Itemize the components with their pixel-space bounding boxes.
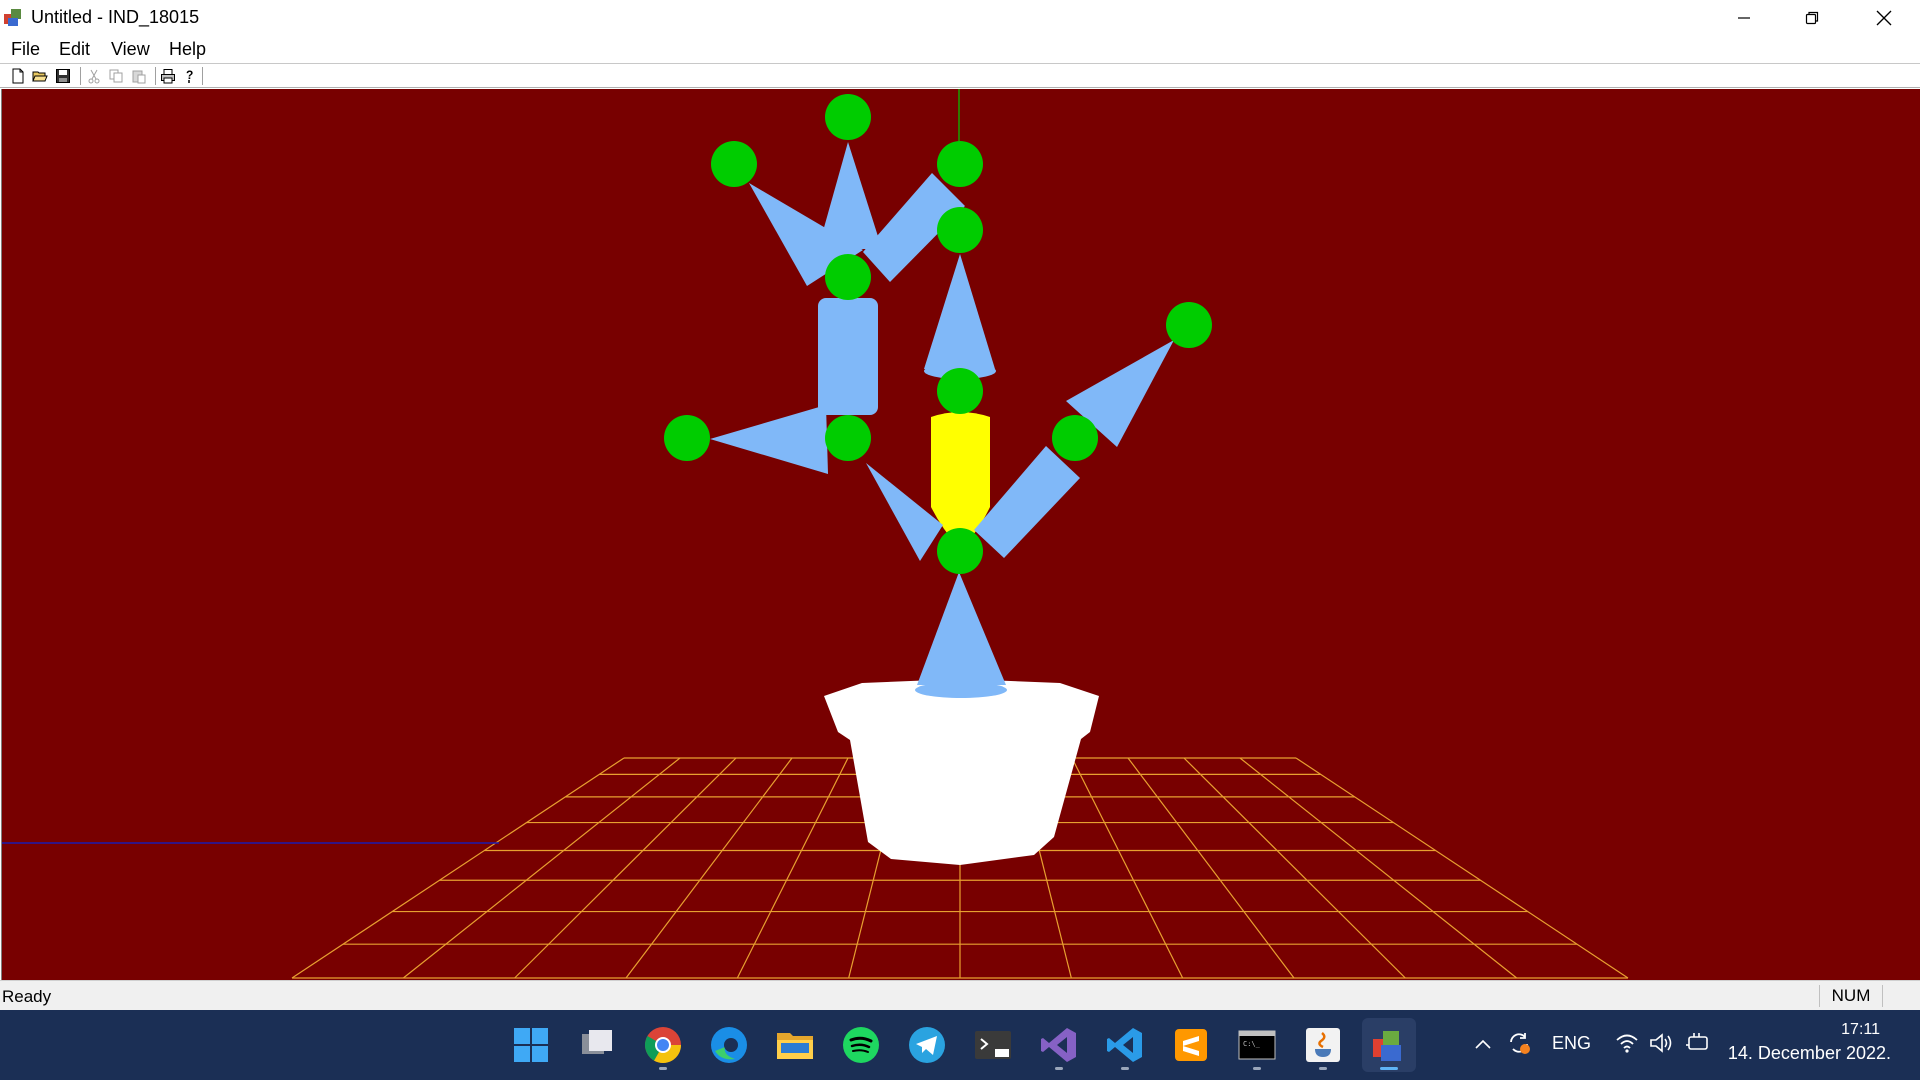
- joint-sphere[interactable]: [1052, 415, 1098, 461]
- taskbar-java[interactable]: [1296, 1018, 1350, 1072]
- joint-sphere[interactable]: [937, 368, 983, 414]
- menu-edit[interactable]: Edit: [59, 39, 90, 60]
- svg-text:C:\_: C:\_: [1243, 1040, 1261, 1048]
- num-lock-indicator: NUM: [1819, 985, 1883, 1007]
- copy-icon[interactable]: [108, 68, 124, 84]
- vscode-icon: [1107, 1028, 1142, 1062]
- joint-sphere[interactable]: [664, 415, 710, 461]
- joint-sphere[interactable]: [937, 528, 983, 574]
- taskbar-edge[interactable]: [702, 1018, 756, 1072]
- new-file-icon[interactable]: [10, 68, 26, 84]
- taskbar-visual-studio[interactable]: [1032, 1018, 1086, 1072]
- folder-icon: [777, 1033, 813, 1059]
- cut-icon[interactable]: [86, 68, 102, 84]
- taskbar-console[interactable]: C:\_: [1230, 1018, 1284, 1072]
- sublime-icon: [1175, 1029, 1207, 1061]
- joint-sphere[interactable]: [825, 254, 871, 300]
- edge-icon: [711, 1027, 747, 1063]
- open-folder-icon[interactable]: [32, 68, 48, 84]
- toolbar: ?: [0, 63, 1920, 88]
- status-text: Ready: [2, 987, 52, 1006]
- clock-date[interactable]: 14. December 2022.: [1710, 1043, 1891, 1064]
- help-icon[interactable]: ?: [182, 68, 198, 84]
- joint-sphere[interactable]: [937, 207, 983, 253]
- running-indicator: [1121, 1067, 1129, 1070]
- java-icon: [1306, 1028, 1340, 1062]
- taskbar-chrome[interactable]: [636, 1018, 690, 1072]
- windows-start-icon: [514, 1028, 548, 1062]
- taskbar-mfc-app[interactable]: [1362, 1018, 1416, 1072]
- task-view-icon: [582, 1030, 612, 1054]
- title-bar[interactable]: Untitled - IND_18015: [0, 0, 1920, 36]
- close-button[interactable]: [1850, 0, 1918, 36]
- language-indicator[interactable]: ENG: [1552, 1033, 1591, 1054]
- chevron-up-icon[interactable]: [1472, 1034, 1494, 1054]
- joint-sphere[interactable]: [937, 141, 983, 187]
- paste-icon[interactable]: [131, 68, 147, 84]
- battery-plug-icon[interactable]: [1684, 1031, 1712, 1055]
- clock-time[interactable]: 17:11: [1730, 1021, 1880, 1039]
- taskbar-file-explorer[interactable]: [768, 1018, 822, 1072]
- spotify-icon: [843, 1027, 879, 1063]
- joint-sphere[interactable]: [711, 141, 757, 187]
- window-title: Untitled - IND_18015: [31, 7, 200, 27]
- restore-icon: [1805, 11, 1819, 25]
- close-icon: [1876, 10, 1892, 26]
- mfc-app-icon: [1373, 1031, 1401, 1061]
- terminal-preview-icon: [975, 1031, 1011, 1059]
- running-indicator: [1253, 1067, 1261, 1070]
- taskbar-terminal-preview[interactable]: [966, 1018, 1020, 1072]
- scene-viewport[interactable]: [1, 89, 1920, 980]
- running-indicator: [1319, 1067, 1327, 1070]
- taskbar-vscode[interactable]: [1098, 1018, 1152, 1072]
- start-button[interactable]: [504, 1018, 558, 1072]
- joint-sphere[interactable]: [825, 94, 871, 140]
- left-vertical-cylinder: [818, 298, 878, 415]
- running-indicator: [659, 1067, 667, 1070]
- mfc-app-icon: [4, 9, 21, 26]
- menu-file[interactable]: File: [11, 39, 40, 60]
- running-indicator: [1055, 1067, 1063, 1070]
- chrome-icon: [644, 1027, 681, 1064]
- restore-button[interactable]: [1778, 0, 1846, 36]
- console-icon: C:\_: [1238, 1030, 1276, 1060]
- toolbar-separator: [80, 67, 81, 85]
- joint-sphere[interactable]: [825, 415, 871, 461]
- joint-sphere[interactable]: [1166, 302, 1212, 348]
- stem-cone-base-rim: [915, 682, 1007, 698]
- toolbar-separator: [155, 67, 156, 85]
- svg-text:?: ?: [186, 68, 193, 82]
- speaker-icon[interactable]: [1648, 1031, 1674, 1055]
- print-icon[interactable]: [160, 68, 176, 84]
- taskbar-telegram[interactable]: [900, 1018, 954, 1072]
- wifi-icon[interactable]: [1614, 1031, 1640, 1055]
- task-view-button[interactable]: [570, 1018, 624, 1072]
- minimize-icon: [1738, 17, 1750, 19]
- taskbar-sublime-text[interactable]: [1164, 1018, 1218, 1072]
- minimize-button[interactable]: [1710, 0, 1778, 36]
- sync-icon[interactable]: [1506, 1030, 1532, 1056]
- status-bar: Ready NUM: [0, 980, 1920, 1010]
- active-indicator: [1380, 1067, 1398, 1070]
- menu-help[interactable]: Help: [169, 39, 206, 60]
- telegram-icon: [909, 1027, 945, 1063]
- visual-studio-icon: [1041, 1028, 1076, 1062]
- save-disk-icon[interactable]: [55, 68, 71, 84]
- toolbar-separator: [202, 67, 203, 85]
- menu-bar: File Edit View Help: [0, 36, 1920, 63]
- menu-view[interactable]: View: [111, 39, 150, 60]
- taskbar-spotify[interactable]: [834, 1018, 888, 1072]
